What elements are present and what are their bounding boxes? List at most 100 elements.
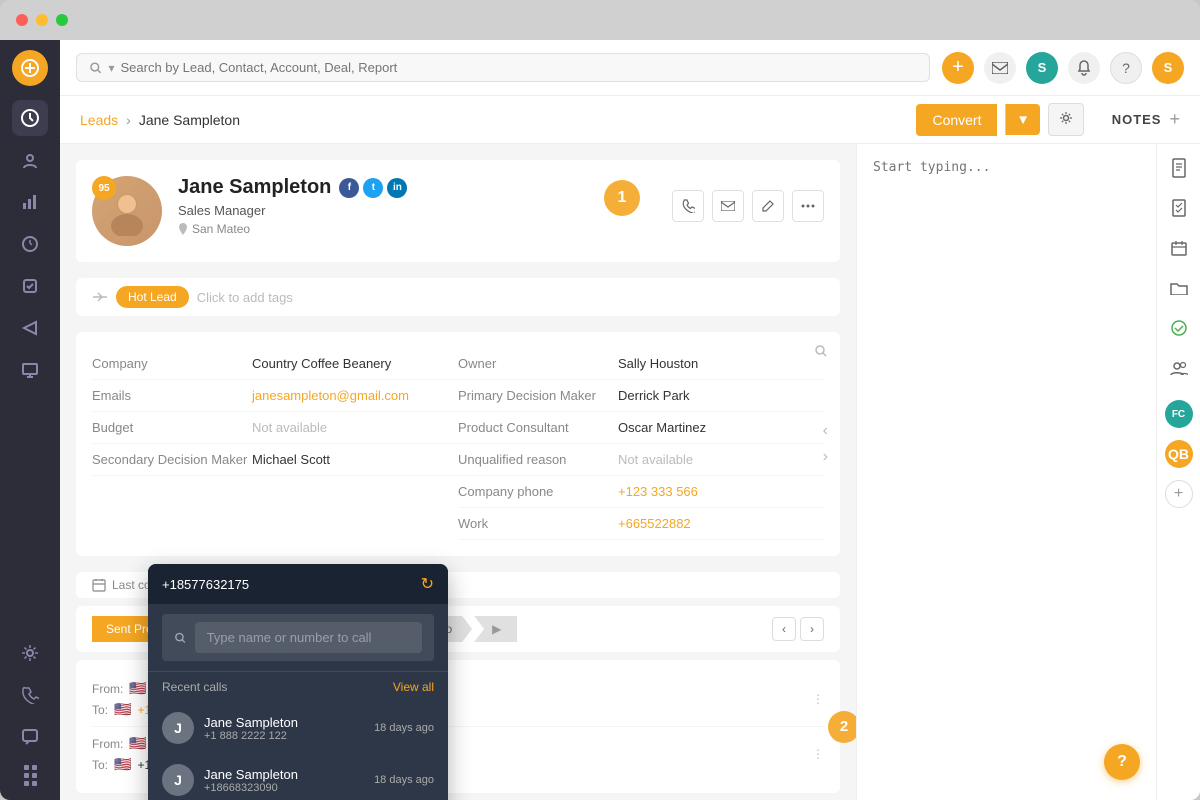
- avatar-wrap: 95: [92, 176, 162, 246]
- view-all-calls-link[interactable]: View all: [393, 680, 434, 694]
- pipeline-next-button[interactable]: ›: [800, 617, 824, 641]
- quickbooks-icon[interactable]: QB: [1165, 440, 1193, 468]
- sidebar-item-campaigns[interactable]: [12, 310, 48, 346]
- contact-header: 95 Jane Sampleton f t in S: [76, 160, 840, 262]
- call-item-2[interactable]: J Jane Sampleton +18668323090 18 days ag…: [148, 754, 448, 800]
- facebook-icon[interactable]: f: [339, 178, 359, 198]
- primary-dm-row: Primary Decision Maker Derrick Park: [458, 380, 824, 412]
- edit-action-button[interactable]: [752, 190, 784, 222]
- action-icons: [672, 190, 824, 222]
- phone-popup-icon[interactable]: ↻: [421, 574, 434, 594]
- freshcaller-icon[interactable]: FC: [1165, 400, 1193, 428]
- details-next-arrow[interactable]: ›: [823, 448, 828, 466]
- details-card: ‹ › Company Country Coffee Beanery Email: [76, 332, 840, 556]
- call-item-1[interactable]: J Jane Sampleton +1 888 2222 122 18 days…: [148, 702, 448, 754]
- notes-panel: [856, 144, 1156, 800]
- sidebar-item-reports[interactable]: [12, 184, 48, 220]
- sidebar-item-display[interactable]: [12, 352, 48, 388]
- linkedin-icon[interactable]: in: [387, 178, 407, 198]
- add-tag-button[interactable]: Click to add tags: [197, 290, 293, 305]
- call-1-more[interactable]: ⋮: [812, 692, 824, 706]
- quickbooks-icon-wrap: QB: [1165, 440, 1193, 468]
- us-flag-2: 🇺🇸: [114, 701, 131, 718]
- calendar-icon: [92, 578, 106, 592]
- recent-calls-label: Recent calls: [162, 680, 227, 694]
- hot-lead-tag[interactable]: Hot Lead: [116, 286, 189, 308]
- breadcrumb-current-page: Jane Sampleton: [139, 112, 240, 128]
- sidebar-item-leads[interactable]: [12, 100, 48, 136]
- call-action-button[interactable]: [672, 190, 704, 222]
- notifications-button[interactable]: [1068, 52, 1100, 84]
- budget-row: Budget Not available: [92, 412, 458, 444]
- add-integration-button[interactable]: +: [1165, 480, 1193, 508]
- details-prev-arrow[interactable]: ‹: [823, 422, 828, 440]
- phone-popup: +18577632175 ↻ Recent calls View all: [148, 564, 448, 800]
- search-bar[interactable]: ▾: [76, 53, 930, 82]
- add-button[interactable]: +: [942, 52, 974, 84]
- search-input[interactable]: [121, 60, 918, 75]
- top-navigation: ▾ + S ? S: [60, 40, 1200, 96]
- call-2-more[interactable]: ⋮: [812, 747, 824, 761]
- checklist-icon[interactable]: [1163, 192, 1195, 224]
- phone-popup-number: +18577632175: [162, 577, 249, 592]
- breadcrumb-separator: ›: [126, 112, 131, 128]
- user-avatar[interactable]: S: [1152, 52, 1184, 84]
- call-num-1: +1 888 2222 122: [204, 730, 364, 742]
- call-num-2: +18668323090: [204, 782, 364, 794]
- notes-add-button[interactable]: +: [1169, 109, 1180, 130]
- phone-search-input[interactable]: [195, 622, 422, 653]
- pipeline-prev-button[interactable]: ‹: [772, 617, 796, 641]
- help-button[interactable]: ?: [1110, 52, 1142, 84]
- document-icon[interactable]: [1163, 152, 1195, 184]
- phone-popup-header: +18577632175 ↻: [148, 564, 448, 604]
- titlebar: [0, 0, 1200, 40]
- email-button[interactable]: [984, 52, 1016, 84]
- secondary-dm-row: Secondary Decision Maker Michael Scott: [92, 444, 458, 476]
- app-logo[interactable]: [12, 50, 48, 86]
- emails-row: Emails janesampleton@gmail.com: [92, 380, 458, 412]
- email-action-button[interactable]: [712, 190, 744, 222]
- help-float-button[interactable]: ?: [1104, 744, 1140, 780]
- maximize-button[interactable]: [56, 14, 68, 26]
- us-flag-3: 🇺🇸: [129, 735, 146, 752]
- details-nav-arrows: ‹ ›: [823, 422, 828, 466]
- tag-icon: [92, 292, 108, 302]
- phone-search-section: [148, 604, 448, 672]
- sidebar-item-settings[interactable]: [12, 635, 48, 671]
- folder-icon[interactable]: [1163, 272, 1195, 304]
- sidebar-item-contacts[interactable]: [12, 142, 48, 178]
- far-right-panel: FC QB +: [1156, 144, 1200, 800]
- us-flag-4: 🇺🇸: [114, 756, 131, 773]
- search-dropdown-arrow[interactable]: ▾: [108, 61, 114, 75]
- convert-button[interactable]: Convert: [916, 104, 997, 136]
- call-avatar-2: J: [162, 764, 194, 796]
- users-icon[interactable]: [1163, 352, 1195, 384]
- twitter-icon[interactable]: t: [363, 178, 383, 198]
- company-phone-row: Company phone +123 333 566: [458, 476, 824, 508]
- step-1-badge: 1: [604, 180, 640, 216]
- sidebar-item-phone[interactable]: [12, 677, 48, 713]
- calendar-icon-right[interactable]: [1163, 232, 1195, 264]
- unqualified-reason-row: Unqualified reason Not available: [458, 444, 824, 476]
- step-2-badge: 2: [828, 711, 856, 743]
- sidebar-grid: [20, 761, 41, 790]
- avatar-initials: S: [1026, 52, 1058, 84]
- call-time-1: 18 days ago: [374, 722, 434, 734]
- breadcrumb-leads-link[interactable]: Leads: [80, 112, 118, 128]
- minimize-button[interactable]: [36, 14, 48, 26]
- convert-dropdown-button[interactable]: ▼: [1005, 104, 1039, 135]
- sidebar-item-tasks[interactable]: [12, 268, 48, 304]
- sidebar-item-chat[interactable]: [12, 719, 48, 755]
- search-details-icon[interactable]: [814, 344, 828, 363]
- sidebar-item-deals[interactable]: [12, 226, 48, 262]
- tags-row: Hot Lead Click to add tags: [76, 278, 840, 316]
- pipeline-step-empty[interactable]: ▶: [474, 616, 517, 642]
- checkmark-icon[interactable]: [1163, 312, 1195, 344]
- settings-gear-button[interactable]: [1048, 103, 1084, 136]
- owner-row: Owner Sally Houston: [458, 348, 824, 380]
- notes-input[interactable]: [873, 160, 1140, 220]
- close-button[interactable]: [16, 14, 28, 26]
- more-actions-button[interactable]: [792, 190, 824, 222]
- phone-search-icon: [174, 631, 187, 645]
- notes-label: NOTES: [1112, 112, 1162, 127]
